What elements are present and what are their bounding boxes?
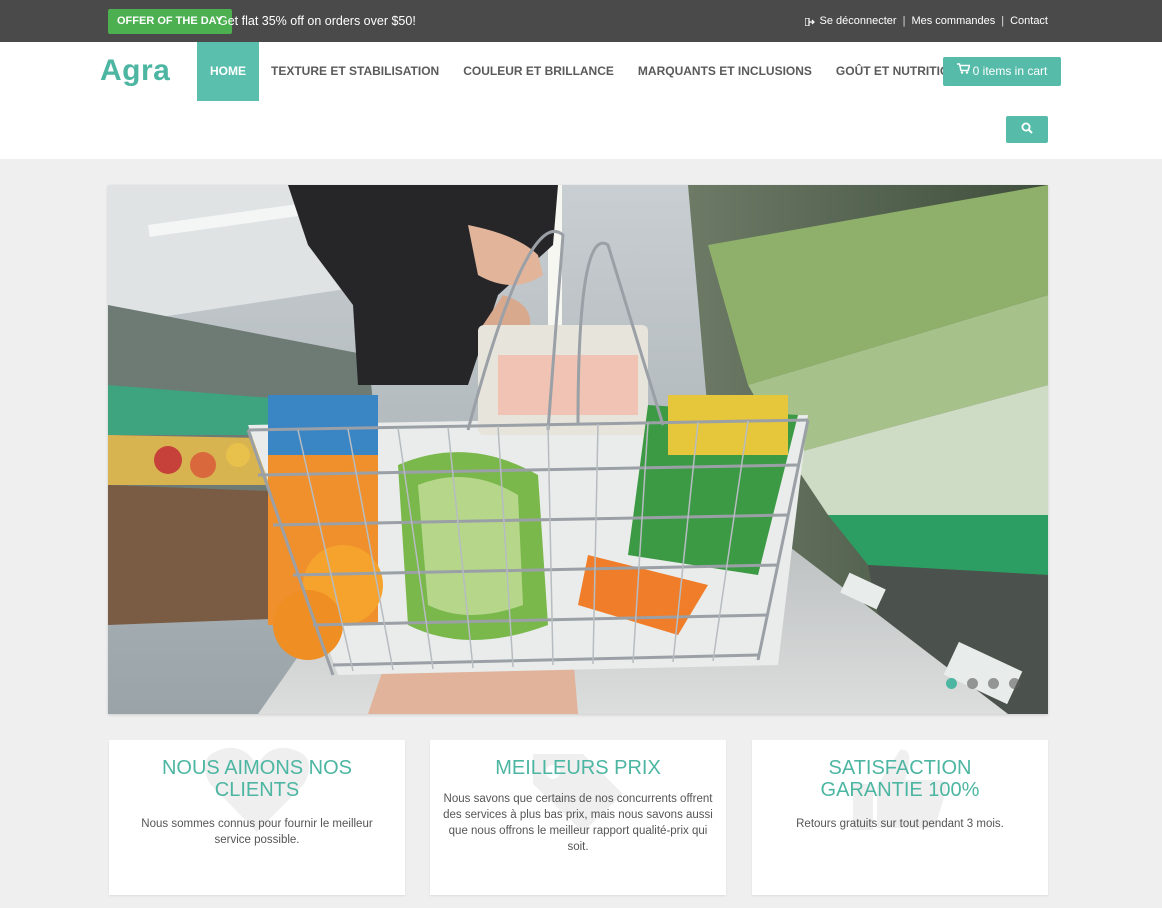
sign-out-icon xyxy=(804,17,815,26)
hero-slider[interactable] xyxy=(108,185,1048,714)
site-logo[interactable]: Agra xyxy=(100,53,170,89)
nav-item-couleur[interactable]: COULEUR ET BRILLANCE xyxy=(451,42,626,101)
feature-card-clients: NOUS AIMONS NOS CLIENTS Nous sommes conn… xyxy=(109,740,405,895)
feature-text: Retours gratuits sur tout pendant 3 mois… xyxy=(796,818,1004,830)
hero-image xyxy=(108,185,1048,714)
contact-link[interactable]: Contact xyxy=(1010,9,1048,34)
nav-item-home[interactable]: HOME xyxy=(197,42,259,101)
account-links: Se déconnecter | Mes commandes | Contact xyxy=(804,9,1048,34)
link-separator: | xyxy=(1001,15,1005,27)
site-header: Agra HOME TEXTURE ET STABILISATION COULE… xyxy=(0,42,1162,159)
feature-text: Nous savons que certains de nos concurre… xyxy=(443,793,713,853)
slider-dot[interactable] xyxy=(946,678,957,689)
feature-card-prices: MEILLEURS PRIX Nous savons que certains … xyxy=(430,740,726,895)
nav-item-texture[interactable]: TEXTURE ET STABILISATION xyxy=(259,42,451,101)
slider-dots xyxy=(946,678,1020,689)
top-bar: OFFER OF THE DAY Get flat 35% off on ord… xyxy=(0,0,1162,42)
logout-link[interactable]: Se déconnecter xyxy=(820,9,897,34)
feature-card-satisfaction: SATISFACTION GARANTIE 100% Retours gratu… xyxy=(752,740,1048,895)
feature-title: NOUS AIMONS NOS CLIENTS xyxy=(161,757,353,801)
my-orders-link[interactable]: Mes commandes xyxy=(911,9,995,34)
cart-button[interactable]: 0 items in cart xyxy=(943,57,1061,86)
link-separator: | xyxy=(902,15,906,27)
feature-text: Nous sommes connus pour fournir le meill… xyxy=(141,818,373,846)
slider-dot[interactable] xyxy=(967,678,978,689)
slider-dot[interactable] xyxy=(1009,678,1020,689)
slider-dot[interactable] xyxy=(988,678,999,689)
feature-title: MEILLEURS PRIX xyxy=(495,757,661,779)
offer-text: Get flat 35% off on orders over $50! xyxy=(218,14,416,28)
offer-badge: OFFER OF THE DAY xyxy=(108,9,232,34)
search-icon xyxy=(1021,121,1033,139)
shopping-cart-icon xyxy=(956,56,971,85)
search-button[interactable] xyxy=(1006,116,1048,143)
nav-item-marquants[interactable]: MARQUANTS ET INCLUSIONS xyxy=(626,42,824,101)
feature-title: SATISFACTION GARANTIE 100% xyxy=(820,757,980,801)
main-nav: HOME TEXTURE ET STABILISATION COULEUR ET… xyxy=(197,42,970,101)
cart-label: 0 items in cart xyxy=(972,64,1048,78)
